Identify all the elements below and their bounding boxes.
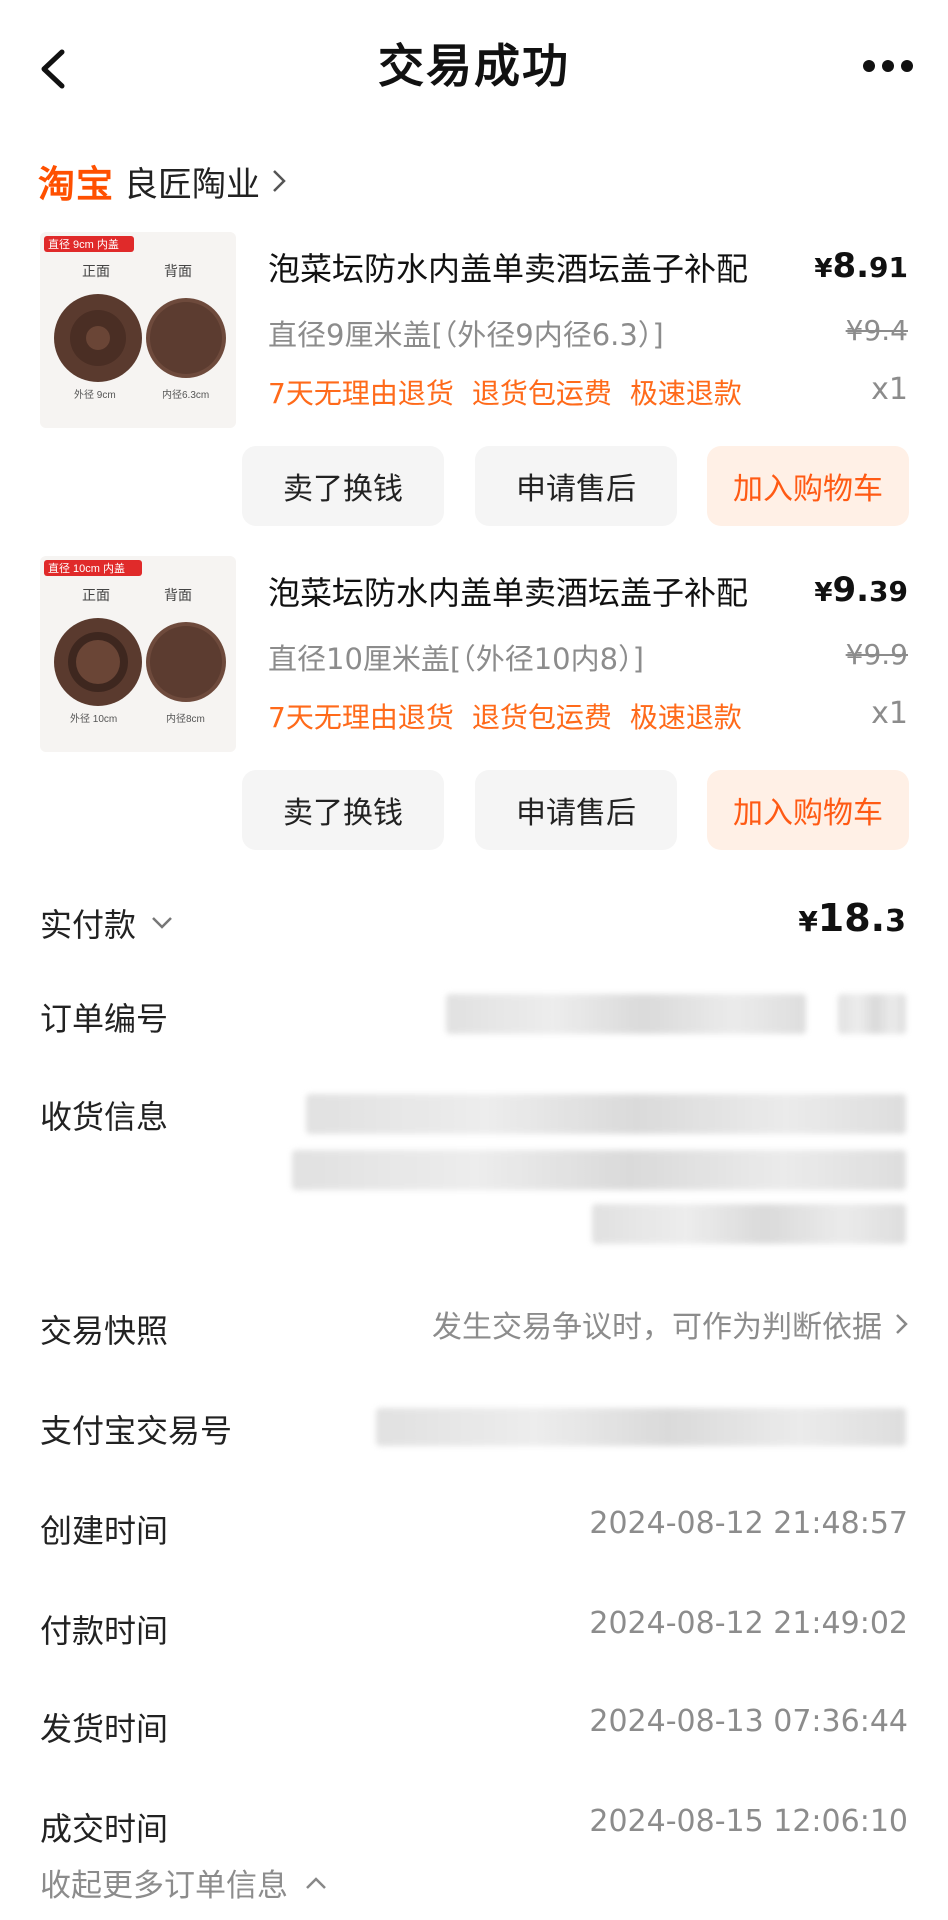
service-tag: 退货包运费 [471,377,612,410]
more-icon[interactable] [862,58,914,74]
shipped-time-value: 2024-08-13 07:36:44 [589,1704,908,1739]
service-tags: 7天无理由退货 退货包运费 极速退款 [268,696,742,736]
thumb-badge: 直径 9cm 内盖 [48,237,119,251]
thumb-back-label: 背面 [164,587,192,603]
created-time-label: 创建时间 [40,1512,169,1550]
collapse-label: 收起更多订单信息 [40,1868,288,1904]
thumb-badge: 直径 10cm 内盖 [48,561,125,575]
thumb-inner-label: 内径6.3cm [162,388,209,401]
product-title[interactable]: 泡菜坛防水内盖单卖酒坛盖子补配 [268,568,748,614]
add-to-cart-button[interactable]: 加入购物车 [707,770,909,850]
shop-name: 良匠陶业 [124,164,260,205]
service-tag: 7天无理由退货 [268,701,454,734]
product-thumbnail[interactable]: 直径 9cm 内盖 正面 背面 外径 9cm 内径6.3cm [40,232,236,428]
service-tag: 7天无理由退货 [268,377,454,410]
order-number-label: 订单编号 [40,1000,169,1038]
completed-time-label: 成交时间 [40,1810,169,1848]
service-tag: 极速退款 [629,701,742,734]
after-sales-button[interactable]: 申请售后 [475,770,677,850]
paid-amount-value: ¥18.3 [798,896,906,940]
paid-amount-label: 实付款 [40,906,137,944]
chevron-up-icon [304,1875,328,1891]
shipping-info-redacted [592,1204,906,1244]
product-title[interactable]: 泡菜坛防水内盖单卖酒坛盖子补配 [268,244,748,290]
product-quantity: x1 [871,696,908,731]
service-tags: 7天无理由退货 退货包运费 极速退款 [268,372,742,412]
product-spec: 直径10厘米盖[（外径10内8）] [268,642,644,676]
snapshot-label: 交易快照 [40,1312,169,1350]
product-price: ¥9.39 [814,570,908,610]
original-price: ¥9.4 [845,314,908,347]
chevron-right-icon [894,1312,910,1336]
alipay-trade-label: 支付宝交易号 [40,1412,233,1450]
shipped-time-label: 发货时间 [40,1710,169,1748]
thumb-back-label: 背面 [164,263,192,279]
product-thumbnail[interactable]: 直径 10cm 内盖 正面 背面 外径 10cm 内径8cm [40,556,236,752]
thumb-outer-label: 外径 10cm [70,712,117,725]
thumb-outer-label: 外径 9cm [74,388,116,401]
product-quantity: x1 [871,372,908,407]
shop-header[interactable]: 淘宝 良匠陶业 [38,158,288,206]
product-spec: 直径9厘米盖[（外径9内径6.3）] [268,318,664,352]
service-tag: 极速退款 [629,377,742,410]
completed-time-value: 2024-08-15 12:06:10 [589,1804,908,1839]
paid-time-label: 付款时间 [40,1612,169,1650]
thumb-front-label: 正面 [82,587,110,603]
page-title: 交易成功 [378,39,570,93]
created-time-value: 2024-08-12 21:48:57 [589,1506,908,1541]
thumb-inner-label: 内径8cm [166,712,205,725]
paid-amount-toggle[interactable]: 实付款 [40,900,174,946]
shipping-info-label: 收货信息 [40,1098,169,1136]
copy-redacted[interactable] [838,994,906,1034]
paid-time-value: 2024-08-12 21:49:02 [589,1606,908,1641]
after-sales-button[interactable]: 申请售后 [475,446,677,526]
chevron-right-icon [270,168,288,194]
add-to-cart-button[interactable]: 加入购物车 [707,446,909,526]
shipping-info-redacted [292,1150,906,1190]
taobao-logo: 淘宝 [38,163,114,206]
shipping-info-redacted [306,1094,906,1134]
service-tag: 退货包运费 [471,701,612,734]
snapshot-value: 发生交易争议时，可作为判断依据 [432,1310,882,1345]
order-number-redacted [446,994,806,1034]
snapshot-link[interactable]: 发生交易争议时，可作为判断依据 [432,1302,910,1346]
original-price: ¥9.9 [845,638,908,671]
product-price: ¥8.91 [814,246,908,286]
chevron-down-icon [150,915,174,931]
collapse-order-info-button[interactable]: 收起更多订单信息 [40,1860,328,1905]
alipay-trade-redacted [376,1408,906,1446]
sell-button[interactable]: 卖了换钱 [242,446,444,526]
sell-button[interactable]: 卖了换钱 [242,770,444,850]
thumb-front-label: 正面 [82,263,110,279]
